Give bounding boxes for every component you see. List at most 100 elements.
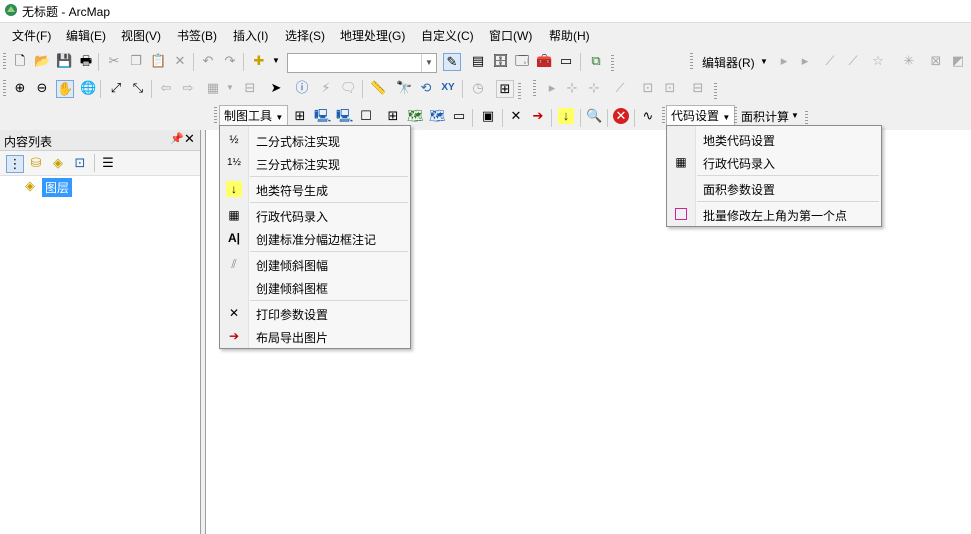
- python-window-icon[interactable]: ▭: [558, 53, 574, 69]
- full-extent-globe-icon[interactable]: 🌐: [80, 80, 96, 96]
- options-icon[interactable]: ☰: [100, 155, 116, 171]
- find-route-icon[interactable]: ⟲: [418, 80, 434, 96]
- measure-icon[interactable]: 📏: [370, 80, 386, 96]
- html-popup-icon[interactable]: 🗨: [340, 80, 357, 96]
- trace-icon[interactable]: ⟋: [845, 53, 861, 69]
- monitor-icon[interactable]: 🖳: [314, 108, 331, 124]
- edit-vertices-icon[interactable]: ▸: [544, 80, 560, 96]
- save-icon[interactable]: 💾: [56, 53, 72, 69]
- zoom-search-icon[interactable]: 🔍: [586, 108, 602, 124]
- export-image-icon[interactable]: ➔: [530, 108, 546, 124]
- cut-polygon-icon[interactable]: ⊠: [928, 53, 944, 69]
- monitor-stand-icon[interactable]: 🖳: [336, 108, 353, 124]
- back-arrow-icon[interactable]: ⇦: [158, 80, 174, 96]
- toolbar-grip[interactable]: [734, 107, 737, 125]
- menu-item-batch-first-point[interactable]: 批量修改左上角为第一个点: [667, 203, 881, 225]
- vertex-delete-icon[interactable]: ⊹: [586, 80, 602, 96]
- hyperlink-icon[interactable]: ⚡: [318, 80, 334, 96]
- menu-geoprocessing[interactable]: 地理处理(G): [340, 27, 405, 44]
- code-settings-dropdown[interactable]: 代码设置 ▼: [666, 105, 736, 127]
- menu-item-print-settings[interactable]: ✕ 打印参数设置: [220, 302, 410, 324]
- menu-edit[interactable]: 编辑(E): [66, 27, 106, 44]
- frame-grid-icon[interactable]: ⊞: [385, 108, 401, 124]
- catalog-icon[interactable]: 🗄: [492, 53, 509, 69]
- menu-item-area-params[interactable]: 面积参数设置: [667, 177, 881, 199]
- menu-windows[interactable]: 窗口(W): [489, 27, 532, 44]
- list-by-visibility-icon[interactable]: ◈: [50, 155, 66, 171]
- cross-tools-icon[interactable]: ✕: [508, 108, 524, 124]
- area-calc-dropdown[interactable]: 面积计算: [741, 108, 789, 125]
- redo-icon[interactable]: ↷: [222, 53, 238, 69]
- select-features-icon[interactable]: ▦: [205, 80, 221, 96]
- toolbar-grip[interactable]: [3, 80, 6, 98]
- menu-item-landuse-symbol[interactable]: ↓ 地类符号生成: [220, 178, 410, 200]
- toolbar-grip[interactable]: [518, 83, 521, 101]
- editor-menu-button[interactable]: 编辑器(R): [702, 54, 755, 71]
- menu-help[interactable]: 帮助(H): [549, 27, 590, 44]
- fixed-zoom-out-icon[interactable]: ⤡: [130, 80, 146, 96]
- new-document-icon[interactable]: 🗋: [12, 53, 28, 69]
- toolbar-grip[interactable]: [214, 107, 217, 125]
- table-of-contents-icon[interactable]: ▤: [470, 53, 486, 69]
- menu-view[interactable]: 视图(V): [121, 27, 161, 44]
- menu-item-landuse-code[interactable]: 地类代码设置: [667, 128, 881, 150]
- mapping-tools-dropdown[interactable]: 制图工具 ▼: [219, 105, 289, 127]
- select-elements-arrow-icon[interactable]: ➤: [268, 80, 284, 96]
- go-to-xy-icon[interactable]: XY: [440, 80, 456, 96]
- fixed-zoom-in-icon[interactable]: ⤢: [108, 80, 124, 96]
- close-icon[interactable]: ✕: [184, 131, 195, 147]
- pan-hand-icon[interactable]: ✋: [56, 80, 74, 98]
- list-by-selection-icon[interactable]: ⊡: [72, 155, 88, 171]
- paste-icon[interactable]: 📋: [150, 53, 166, 69]
- model-builder-icon[interactable]: ⧉: [588, 53, 604, 69]
- list-by-source-icon[interactable]: ⛁: [28, 155, 44, 171]
- straight-segment-icon[interactable]: ⟋: [822, 53, 838, 69]
- zoom-in-icon[interactable]: ⊕: [12, 80, 28, 96]
- sketch-icon[interactable]: ☆: [870, 53, 886, 69]
- copy-icon[interactable]: ❐: [128, 53, 144, 69]
- search-window-icon[interactable]: 🗔: [514, 53, 530, 69]
- menu-item-oblique-frame[interactable]: 创建倾斜图框: [220, 276, 410, 298]
- menu-insert[interactable]: 插入(I): [233, 27, 268, 44]
- list-by-drawing-order-icon[interactable]: ⋮: [6, 155, 24, 173]
- menu-item-admin-code[interactable]: ▦ 行政代码录入: [220, 204, 410, 226]
- identify-icon[interactable]: ⓘ: [294, 80, 310, 96]
- chevron-down-icon[interactable]: ▼: [222, 80, 238, 96]
- topology-icon[interactable]: ⊡: [640, 80, 656, 96]
- print-icon[interactable]: 🖶: [78, 53, 94, 69]
- undo-icon[interactable]: ↶: [200, 53, 216, 69]
- arctoolbox-icon[interactable]: 🧰: [536, 53, 552, 69]
- grid-icon[interactable]: ⊞: [292, 108, 308, 124]
- open-folder-icon[interactable]: 📂: [34, 53, 50, 69]
- editor-toolbar-icon[interactable]: ✎: [443, 53, 461, 71]
- toolbar-grip[interactable]: [533, 80, 536, 98]
- menu-bookmarks[interactable]: 书签(B): [177, 27, 217, 44]
- toolbar-grip[interactable]: [662, 107, 665, 125]
- chevron-down-icon[interactable]: ▼: [756, 54, 772, 70]
- chevron-down-icon[interactable]: ▼: [787, 108, 803, 124]
- chevron-down-icon[interactable]: ▼: [421, 54, 436, 72]
- toolbar-grip[interactable]: [690, 53, 693, 71]
- edit-annotation-icon[interactable]: ▸: [797, 53, 813, 69]
- chevron-down-icon[interactable]: ▼: [268, 53, 284, 69]
- menu-selection[interactable]: 选择(S): [285, 27, 325, 44]
- toolbar-grip[interactable]: [3, 53, 6, 71]
- menu-item-admin-code-entry[interactable]: ▦ 行政代码录入: [667, 151, 881, 173]
- menu-customize[interactable]: 自定义(C): [421, 27, 474, 44]
- stop-red-icon[interactable]: ✕: [613, 108, 629, 124]
- add-data-icon[interactable]: ✚: [251, 53, 267, 69]
- vertex-add-icon[interactable]: ⊹: [564, 80, 580, 96]
- time-slider-icon[interactable]: ◷: [470, 80, 486, 96]
- menu-item-export-image[interactable]: ➔ 布局导出图片: [220, 325, 410, 347]
- menu-item-oblique-sheet[interactable]: ⫽ 创建倾斜图幅: [220, 253, 410, 275]
- split-icon[interactable]: ✳: [901, 53, 917, 69]
- square-icon[interactable]: ☐: [358, 108, 374, 124]
- zoom-out-icon[interactable]: ⊖: [34, 80, 50, 96]
- edit-tool-icon[interactable]: ▸: [776, 53, 792, 69]
- layout-frame-icon[interactable]: ▣: [480, 108, 496, 124]
- menu-file[interactable]: 文件(F): [12, 27, 51, 44]
- reshape-edge-icon[interactable]: ⊡: [662, 80, 678, 96]
- toolbar-grip[interactable]: [714, 83, 717, 101]
- cut-icon[interactable]: ✂: [106, 53, 122, 69]
- menu-item-frame-annotation[interactable]: A| 创建标准分幅边框注记: [220, 227, 410, 249]
